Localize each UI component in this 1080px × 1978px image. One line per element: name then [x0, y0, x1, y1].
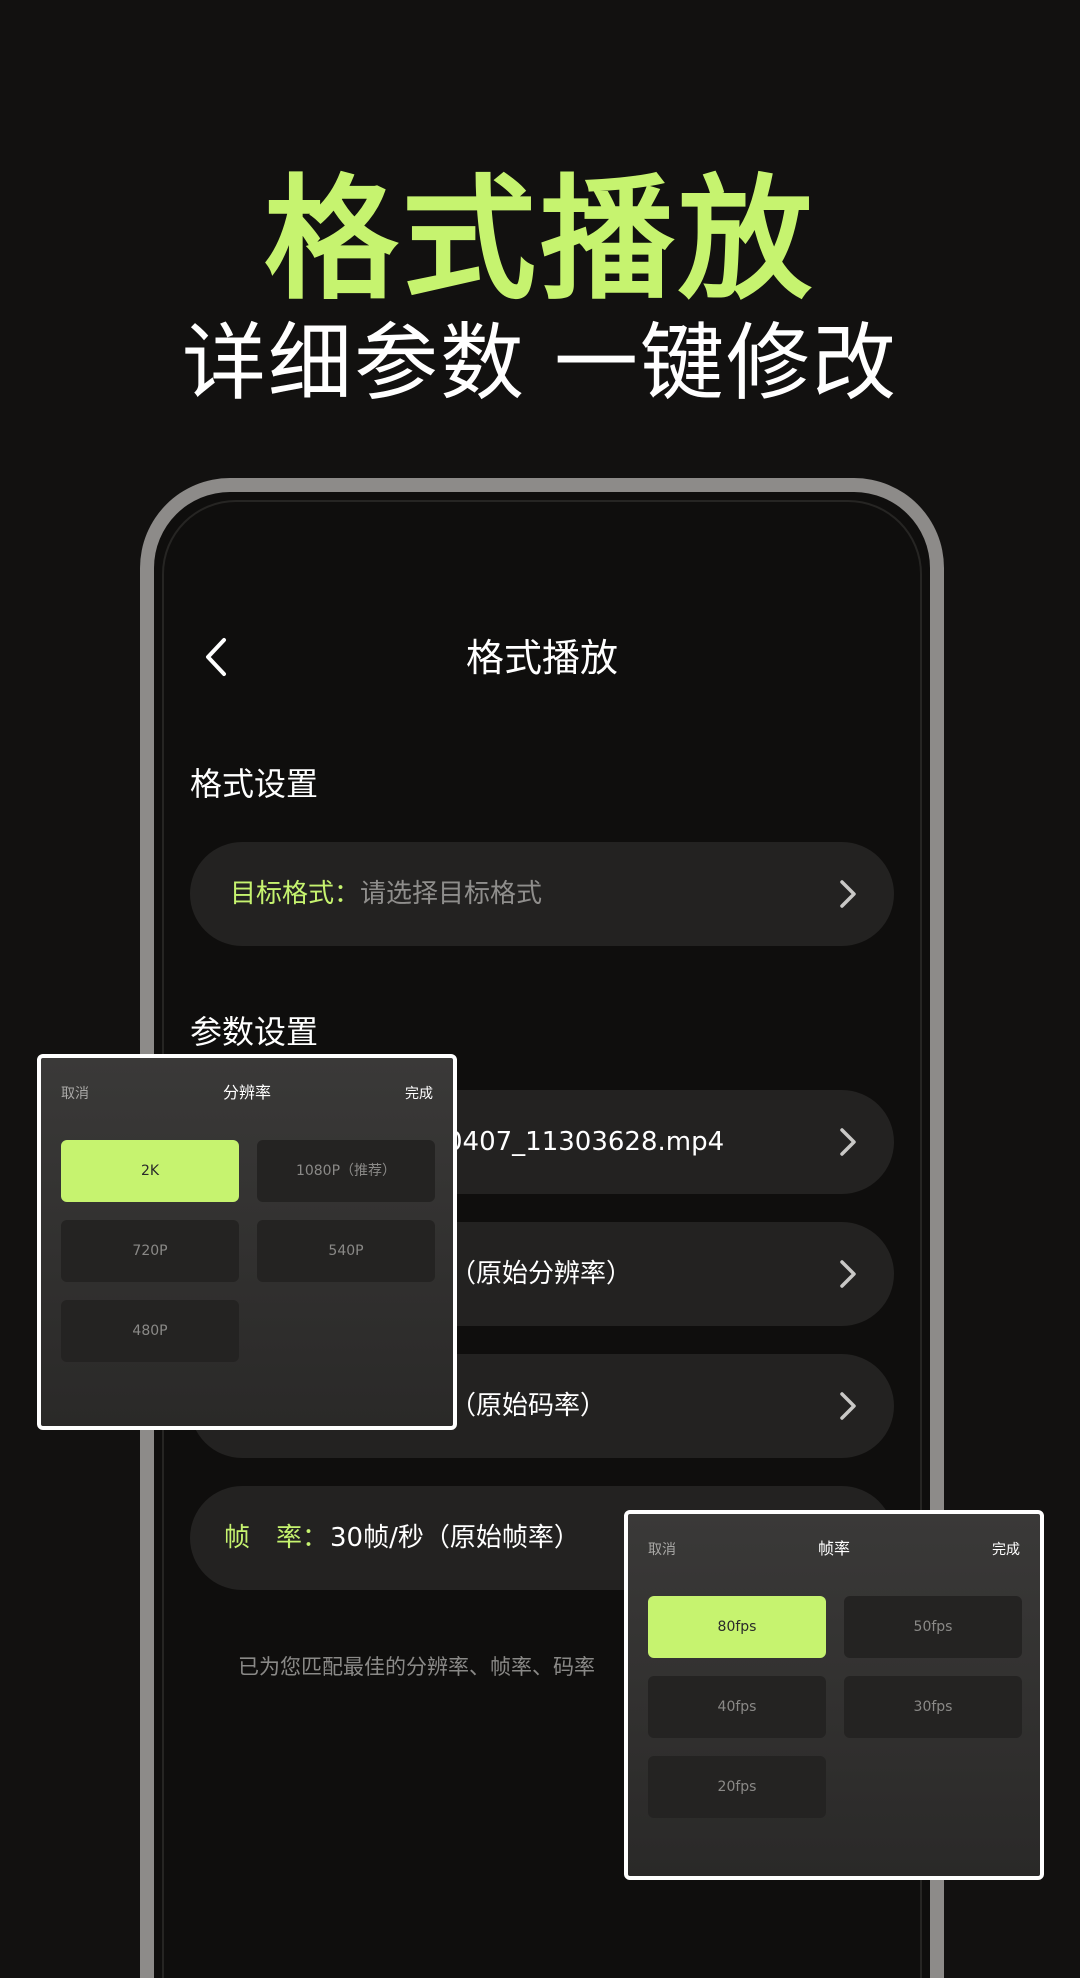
framerate-popup-title: 帧率 — [817, 1539, 850, 1558]
fps-option-40[interactable]: 40fps — [648, 1676, 826, 1738]
target-format-label: 目标格式： — [230, 879, 361, 909]
framerate-value: 30帧/秒（原始帧率） — [330, 1523, 580, 1553]
match-hint-text: 已为您匹配最佳的分辨率、帧率、码率 — [238, 1655, 595, 1679]
fps-option-50[interactable]: 50fps — [844, 1596, 1022, 1658]
fps-option-80[interactable]: 80fps — [648, 1596, 826, 1658]
framerate-popup: 取消 帧率 完成 80fps 50fps 40fps 30fps 20fps — [624, 1510, 1044, 1880]
resolution-option-480p[interactable]: 480P — [61, 1300, 239, 1362]
chevron-right-icon — [840, 1260, 856, 1288]
page-title: 格式播放 — [465, 636, 618, 680]
fps-option-30[interactable]: 30fps — [844, 1676, 1022, 1738]
resolution-done-button[interactable]: 完成 — [405, 1084, 433, 1104]
framerate-done-button[interactable]: 完成 — [992, 1540, 1020, 1560]
framerate-label: 帧 率： — [224, 1523, 329, 1553]
target-format-row[interactable]: 目标格式： 请选择目标格式 — [190, 842, 894, 946]
params-section-title: 参数设置 — [190, 1013, 319, 1051]
hero-title: 格式播放 — [263, 162, 816, 318]
resolution-popup: 取消 分辨率 完成 2K 1080P（推荐） 720P 540P 480P — [37, 1054, 457, 1430]
hero-subtitle-left: 详细参数 — [181, 314, 526, 412]
bitrate-value: （原始码率） — [450, 1391, 607, 1421]
fps-option-20[interactable]: 20fps — [648, 1756, 826, 1818]
resolution-popup-title: 分辨率 — [222, 1083, 271, 1102]
format-section-title: 格式设置 — [190, 765, 319, 803]
hero-subtitle: 详细参数 一键修改 — [0, 318, 1080, 408]
chevron-right-icon — [840, 880, 856, 908]
resolution-option-2k[interactable]: 2K — [61, 1140, 239, 1202]
resolution-option-720p[interactable]: 720P — [61, 1220, 239, 1282]
chevron-right-icon — [840, 1128, 856, 1156]
resolution-option-540p[interactable]: 540P — [257, 1220, 435, 1282]
file-name-value: 0407_11303628.mp4 — [446, 1127, 725, 1157]
resolution-option-1080p[interactable]: 1080P（推荐） — [257, 1140, 435, 1202]
chevron-right-icon — [840, 1392, 856, 1420]
hero-subtitle-right: 一键修改 — [554, 314, 899, 412]
target-format-placeholder: 请选择目标格式 — [360, 879, 543, 909]
resolution-value: （原始分辨率） — [450, 1259, 633, 1289]
